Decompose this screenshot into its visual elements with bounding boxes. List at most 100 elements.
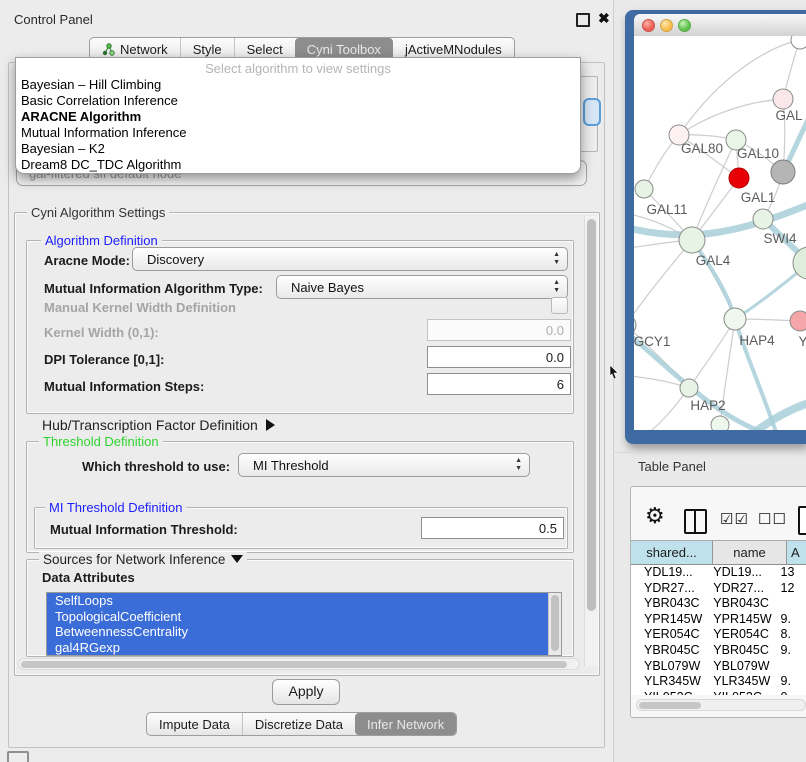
network-canvas-svg[interactable]: GALGAL80GAL10GAL1GAL11SWI4GAL4GCY1HAP4YH… (634, 36, 806, 430)
table-cell: YBR043C (631, 596, 708, 612)
dropdown-item[interactable]: Bayesian – Hill Climbing (16, 77, 580, 93)
which-threshold-combo[interactable]: MI Threshold ▲▼ (238, 453, 530, 477)
kernel-width-label: Kernel Width (0,1): (44, 325, 159, 340)
network-node[interactable] (635, 180, 653, 198)
mi-threshold-field[interactable]: 0.5 (421, 517, 564, 539)
table-cell: YDL19... (631, 565, 708, 581)
tab-discretize-data[interactable]: Discretize Data (242, 713, 355, 735)
manual-kernel-checkbox[interactable] (551, 297, 568, 314)
scrollbar-thumb[interactable] (639, 702, 701, 709)
table-cell: YER054C (631, 627, 708, 643)
network-node[interactable] (680, 379, 698, 397)
network-view-window[interactable]: GALGAL80GAL10GAL1GAL11SWI4GAL4GCY1HAP4YH… (625, 10, 806, 444)
network-canvas[interactable]: GALGAL80GAL10GAL1GAL11SWI4GAL4GCY1HAP4YH… (634, 36, 806, 430)
network-icon (102, 43, 115, 56)
list-scrollbar-thumb[interactable] (551, 595, 559, 651)
minimize-window-button[interactable] (660, 19, 673, 32)
dropdown-item[interactable]: Bayesian – K2 (16, 141, 580, 157)
mi-type-combo[interactable]: Naive Bayes ▲▼ (276, 275, 568, 299)
table-cell: YDR27... (708, 581, 777, 597)
panel-icon[interactable] (798, 506, 806, 535)
network-window-titlebar[interactable] (634, 14, 806, 37)
dropdown-item[interactable]: ARACNE Algorithm (16, 109, 580, 125)
attribute-item[interactable]: BetweennessCentrality (47, 624, 561, 640)
close-panel-icon[interactable]: ✖ (598, 10, 610, 27)
table-cell: 9. (778, 674, 806, 690)
table-row[interactable]: YER054CYER054C8. (631, 627, 806, 643)
table-row[interactable]: YBR043CYBR043C (631, 596, 806, 612)
dropdown-prompt: Select algorithm to view settings (16, 61, 580, 77)
table-row[interactable]: YIL052CYIL052C0. (631, 690, 806, 695)
scrollbar-thumb[interactable] (21, 661, 567, 668)
sources-toggle[interactable]: Sources for Network Inference (39, 552, 247, 567)
column-header-name[interactable]: name (713, 541, 787, 564)
tab-label: Select (247, 42, 283, 57)
table-horizontal-scrollbar[interactable] (636, 699, 806, 711)
network-node[interactable] (724, 308, 746, 330)
network-node[interactable] (753, 209, 773, 229)
dpi-tolerance-label: DPI Tolerance [0,1]: (44, 352, 164, 367)
attribute-item[interactable]: gal4RGexp (47, 640, 561, 656)
network-node[interactable] (771, 160, 795, 184)
zoom-window-button[interactable] (678, 19, 691, 32)
focused-spinner-button[interactable] (583, 98, 601, 126)
list-scrollbar[interactable] (548, 593, 561, 655)
dropdown-item[interactable]: Basic Correlation Inference (16, 93, 580, 109)
table-row[interactable]: YBR045CYBR045C9. (631, 643, 806, 659)
network-edge-highlighted[interactable] (752, 402, 806, 430)
tab-impute-data[interactable]: Impute Data (147, 713, 242, 735)
split-view-icon[interactable] (684, 509, 707, 534)
hub-definition-toggle[interactable]: Hub/Transcription Factor Definition (42, 417, 275, 433)
deselect-all-icon[interactable]: ☐☐ (758, 510, 787, 528)
tab-label: Style (193, 42, 222, 57)
dropdown-item[interactable]: Mutual Information Inference (16, 125, 580, 141)
network-edge[interactable] (679, 99, 783, 135)
dpi-tolerance-field[interactable]: 0.0 (427, 346, 571, 368)
settings-vertical-scrollbar[interactable] (584, 216, 598, 666)
kernel-width-field[interactable]: 0.0 (427, 319, 571, 341)
network-node[interactable] (711, 416, 729, 430)
table-row[interactable]: YLR345WYLR345W9. (631, 674, 806, 690)
network-node[interactable] (729, 168, 749, 188)
attribute-item[interactable]: SelfLoops (47, 593, 561, 609)
column-header-shared-name[interactable]: shared... (631, 541, 713, 564)
node-label: GAL (775, 108, 803, 123)
table-cell: YBL079W (631, 659, 708, 675)
apply-button[interactable]: Apply (272, 679, 340, 705)
table-cell: YPR145W (631, 612, 708, 628)
network-node[interactable] (773, 89, 793, 109)
combo-value: Naive Bayes (291, 280, 364, 295)
settings-horizontal-scrollbar[interactable] (18, 658, 580, 670)
table-cell: 12 (778, 581, 806, 597)
network-node[interactable] (679, 227, 705, 253)
screen: Control Panel ✖ Network Style Select Cyn… (0, 0, 806, 762)
select-all-icon[interactable]: ☑☑ (720, 510, 749, 528)
scrollbar-thumb[interactable] (587, 219, 596, 611)
network-node[interactable] (790, 311, 806, 331)
network-node[interactable] (791, 36, 806, 49)
manual-kernel-label: Manual Kernel Width Definition (44, 300, 236, 315)
data-attributes-list[interactable]: SelfLoopsTopologicalCoefficientBetweenne… (46, 592, 562, 656)
attribute-item[interactable]: TopologicalCoefficient (47, 609, 561, 625)
docked-panel-chip[interactable] (7, 751, 29, 762)
gear-icon[interactable]: ⚙ (645, 503, 665, 529)
tab-label: jActiveMNodules (405, 42, 502, 57)
column-header-clipped[interactable]: A (787, 541, 806, 564)
node-label: Y (798, 334, 806, 349)
table-row[interactable]: YDR27...YDR27...12 (631, 581, 806, 597)
aracne-mode-combo[interactable]: Discovery ▲▼ (132, 247, 568, 271)
combo-value: MI Threshold (253, 458, 329, 473)
mi-steps-field[interactable]: 6 (427, 373, 571, 395)
table-cell: 0. (778, 690, 806, 695)
attribute-items: SelfLoopsTopologicalCoefficientBetweenne… (47, 593, 561, 655)
table-row[interactable]: YDL19...YDL19...13 (631, 565, 806, 581)
algorithm-dropdown-list: Bayesian – Hill ClimbingBasic Correlatio… (16, 77, 580, 173)
table-row[interactable]: YBL079WYBL079W (631, 659, 806, 675)
float-panel-icon[interactable] (576, 13, 590, 27)
network-edge[interactable] (689, 319, 735, 388)
close-window-button[interactable] (642, 19, 655, 32)
table-row[interactable]: YPR145WYPR145W9. (631, 612, 806, 628)
dropdown-item[interactable]: Dream8 DC_TDC Algorithm (16, 157, 580, 173)
tab-infer-network[interactable]: Infer Network (355, 713, 456, 735)
network-edge[interactable] (634, 240, 692, 325)
